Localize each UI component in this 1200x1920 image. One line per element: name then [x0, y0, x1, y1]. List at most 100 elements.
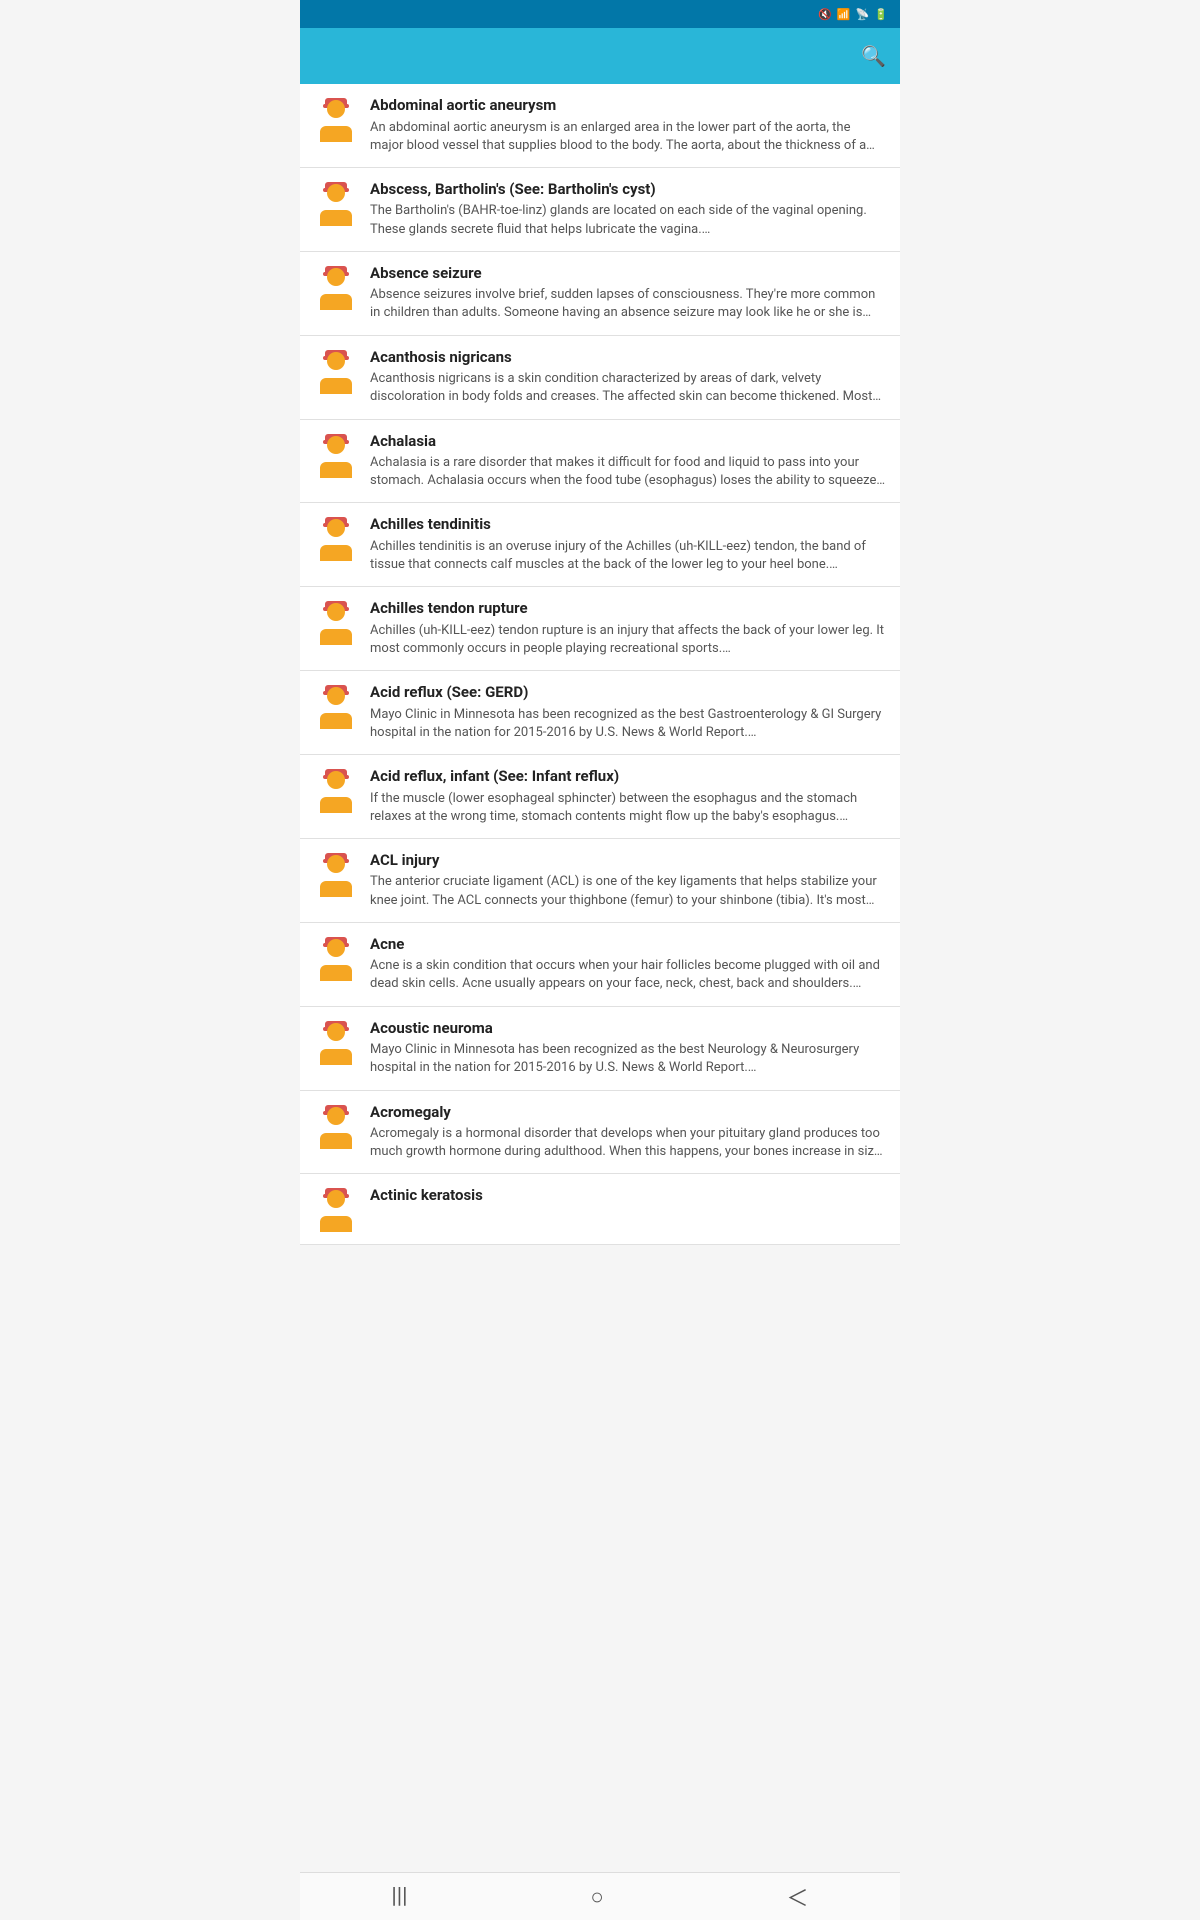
avatar	[314, 182, 358, 226]
avatar-body	[320, 713, 352, 729]
disease-description: The anterior cruciate ligament (ACL) is …	[370, 873, 886, 909]
disease-description: Mayo Clinic in Minnesota has been recogn…	[370, 1041, 886, 1077]
disease-content: Acid reflux (See: GERD) Mayo Clinic in M…	[370, 683, 886, 742]
disease-name: Actinic keratosis	[370, 1186, 886, 1206]
disease-content: Achilles tendon rupture Achilles (uh-KIL…	[370, 599, 886, 658]
disease-content: Abscess, Bartholin's (See: Bartholin's c…	[370, 180, 886, 239]
avatar-body	[320, 210, 352, 226]
disease-description: Acanthosis nigricans is a skin condition…	[370, 370, 886, 406]
avatar-head	[327, 352, 345, 370]
disease-name: Acid reflux, infant (See: Infant reflux)	[370, 767, 886, 787]
avatar	[314, 685, 358, 729]
list-item[interactable]: Achalasia Achalasia is a rare disorder t…	[300, 420, 900, 504]
disease-name: Achilles tendon rupture	[370, 599, 886, 619]
disease-name: Acid reflux (See: GERD)	[370, 683, 886, 703]
search-icon[interactable]: 🔍	[861, 44, 886, 68]
avatar	[314, 434, 358, 478]
disease-description: Acromegaly is a hormonal disorder that d…	[370, 1125, 886, 1161]
avatar-head	[327, 268, 345, 286]
list-item[interactable]: Abdominal aortic aneurysm An abdominal a…	[300, 84, 900, 168]
avatar-body	[320, 1049, 352, 1065]
avatar-head	[327, 687, 345, 705]
disease-list: Abdominal aortic aneurysm An abdominal a…	[300, 84, 900, 1245]
avatar-head	[327, 603, 345, 621]
avatar-head	[327, 184, 345, 202]
avatar-body	[320, 545, 352, 561]
recents-button[interactable]: |||	[371, 1876, 427, 1917]
avatar-body	[320, 126, 352, 142]
status-icons: 🔇 📶 📡 🔋	[818, 8, 888, 21]
disease-content: Absence seizure Absence seizures involve…	[370, 264, 886, 323]
avatar-head	[327, 1190, 345, 1208]
nav-bar: ||| ○ ＜	[300, 1872, 900, 1920]
disease-description: Absence seizures involve brief, sudden l…	[370, 286, 886, 322]
disease-content: Acoustic neuroma Mayo Clinic in Minnesot…	[370, 1019, 886, 1078]
disease-description: Mayo Clinic in Minnesota has been recogn…	[370, 706, 886, 742]
disease-name: Abdominal aortic aneurysm	[370, 96, 886, 116]
avatar	[314, 769, 358, 813]
avatar-body	[320, 629, 352, 645]
disease-name: ACL injury	[370, 851, 886, 871]
avatar	[314, 1105, 358, 1149]
disease-description: Achilles tendinitis is an overuse injury…	[370, 538, 886, 574]
avatar-head	[327, 100, 345, 118]
list-item[interactable]: Acoustic neuroma Mayo Clinic in Minnesot…	[300, 1007, 900, 1091]
avatar-head	[327, 1107, 345, 1125]
disease-content: Acromegaly Acromegaly is a hormonal diso…	[370, 1103, 886, 1162]
list-item[interactable]: Acromegaly Acromegaly is a hormonal diso…	[300, 1091, 900, 1175]
avatar	[314, 98, 358, 142]
disease-content: Acid reflux, infant (See: Infant reflux)…	[370, 767, 886, 826]
list-item[interactable]: Actinic keratosis	[300, 1174, 900, 1245]
app-bar: 🔍	[300, 28, 900, 84]
list-item[interactable]: Abscess, Bartholin's (See: Bartholin's c…	[300, 168, 900, 252]
avatar-body	[320, 797, 352, 813]
disease-name: Acoustic neuroma	[370, 1019, 886, 1039]
avatar-body	[320, 462, 352, 478]
list-item[interactable]: Absence seizure Absence seizures involve…	[300, 252, 900, 336]
avatar	[314, 937, 358, 981]
avatar-head	[327, 855, 345, 873]
avatar	[314, 266, 358, 310]
disease-name: Abscess, Bartholin's (See: Bartholin's c…	[370, 180, 886, 200]
list-item[interactable]: Acid reflux, infant (See: Infant reflux)…	[300, 755, 900, 839]
avatar	[314, 1188, 358, 1232]
disease-description: Achilles (uh-KILL-eez) tendon rupture is…	[370, 622, 886, 658]
disease-content: ACL injury The anterior cruciate ligamen…	[370, 851, 886, 910]
list-item[interactable]: Achilles tendon rupture Achilles (uh-KIL…	[300, 587, 900, 671]
disease-content: Actinic keratosis	[370, 1186, 886, 1209]
avatar-head	[327, 436, 345, 454]
avatar-body	[320, 965, 352, 981]
avatar-body	[320, 881, 352, 897]
list-item[interactable]: Acid reflux (See: GERD) Mayo Clinic in M…	[300, 671, 900, 755]
disease-description: If the muscle (lower esophageal sphincte…	[370, 790, 886, 826]
disease-name: Acne	[370, 935, 886, 955]
avatar-body	[320, 294, 352, 310]
avatar-head	[327, 771, 345, 789]
list-item[interactable]: ACL injury The anterior cruciate ligamen…	[300, 839, 900, 923]
disease-name: Achalasia	[370, 432, 886, 452]
disease-content: Achalasia Achalasia is a rare disorder t…	[370, 432, 886, 491]
disease-content: Acne Acne is a skin condition that occur…	[370, 935, 886, 994]
avatar	[314, 517, 358, 561]
list-item[interactable]: Acne Acne is a skin condition that occur…	[300, 923, 900, 1007]
list-item[interactable]: Acanthosis nigricans Acanthosis nigrican…	[300, 336, 900, 420]
home-button[interactable]: ○	[570, 1876, 623, 1918]
avatar-head	[327, 1023, 345, 1041]
disease-description: The Bartholin's (BAHR-toe-linz) glands a…	[370, 202, 886, 238]
avatar	[314, 1021, 358, 1065]
avatar	[314, 853, 358, 897]
list-item[interactable]: Achilles tendinitis Achilles tendinitis …	[300, 503, 900, 587]
disease-description: An abdominal aortic aneurysm is an enlar…	[370, 119, 886, 155]
disease-name: Acromegaly	[370, 1103, 886, 1123]
disease-name: Absence seizure	[370, 264, 886, 284]
avatar-body	[320, 1216, 352, 1232]
disease-description: Acne is a skin condition that occurs whe…	[370, 957, 886, 993]
avatar-head	[327, 939, 345, 957]
back-button[interactable]: ＜	[767, 1873, 829, 1920]
mute-icon: 🔇	[818, 8, 832, 21]
disease-content: Achilles tendinitis Achilles tendinitis …	[370, 515, 886, 574]
status-bar: 🔇 📶 📡 🔋	[300, 0, 900, 28]
avatar-body	[320, 378, 352, 394]
signal-icon: 📡	[856, 8, 870, 21]
avatar-head	[327, 519, 345, 537]
